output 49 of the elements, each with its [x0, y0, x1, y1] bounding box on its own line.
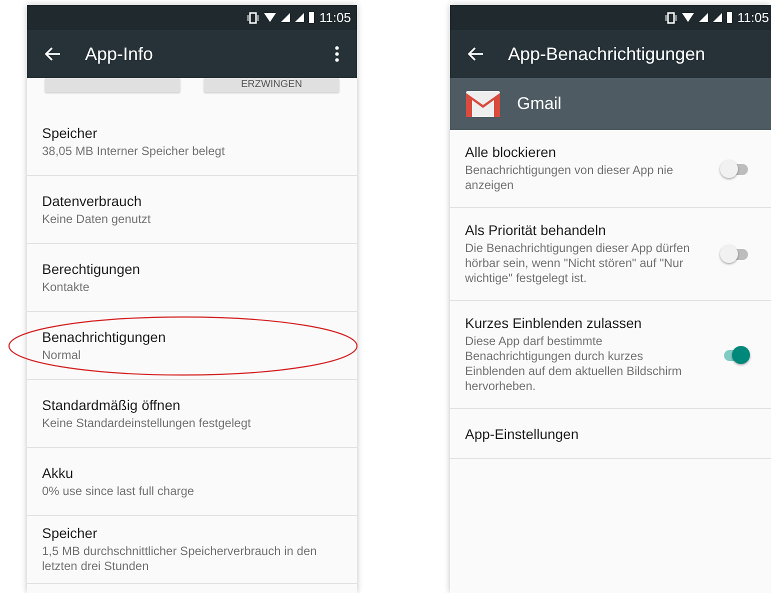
toolbar-title: App-Info: [85, 44, 154, 64]
vibrate-icon: [665, 12, 678, 24]
settings-item[interactable]: Speicher 1,5 MB durchschnittlicher Speicherverbrauch in den letzten drei Stunden: [27, 516, 357, 584]
item-subtitle: Keine Standardeinstellungen festgelegt: [42, 416, 252, 430]
envelope-icon: [466, 91, 500, 117]
app-name: Gmail: [517, 94, 562, 114]
item-title: Akku: [42, 464, 74, 480]
settings-item[interactable]: Alle blockieren Benachrichtigungen von dieser App nie anzeigen: [450, 130, 771, 208]
toolbar-title: App-Benachrichtigungen: [508, 44, 706, 64]
toggle-switch[interactable]: [720, 244, 750, 264]
settings-item[interactable]: Als Priorität behandeln Die Benachrichtigungen dieser App dürfen hörbar sein, wenn "Nicht stören" auf "Nur wichtige" festgelegt ist.: [450, 208, 771, 301]
status-time: 11:05: [737, 10, 769, 25]
item-title: Kurzes Einblenden zulassen: [465, 315, 643, 331]
item-subtitle: 0% use since last full charge: [42, 484, 196, 498]
back-arrow-icon[interactable]: [468, 47, 484, 61]
item-subtitle: 1,5 MB durchschnittlicher Speicherverbrauch in den letzten drei Stunden: [42, 544, 318, 574]
item-subtitle: Keine Daten genutzt: [42, 212, 152, 226]
toggle-switch[interactable]: [720, 158, 750, 178]
wifi-icon: [682, 13, 694, 22]
item-subtitle: Diese App darf bestimmte Benachrichtigungen durch kurzes Einblenden auf dem aktuellen Bildschirm hervorheben.: [465, 334, 683, 394]
settings-item[interactable]: App-Einstellungen: [450, 409, 771, 459]
item-subtitle: Kontakte: [42, 280, 90, 294]
battery-icon: [309, 12, 314, 23]
item-subtitle: Normal: [42, 348, 82, 362]
settings-item[interactable]: Speicher 38,05 MB Interner Speicher belegt: [27, 108, 357, 176]
item-subtitle: Die Benachrichtigungen dieser App dürfen hörbar sein, wenn "Nicht stören" auf "Nur wichtige" festgelegt ist.: [465, 241, 691, 286]
status-time: 11:05: [319, 10, 351, 25]
settings-item[interactable]: Standardmäßig öffnen Keine Standardeinstellungen festgelegt: [27, 380, 357, 448]
settings-item[interactable]: Kurzes Einblenden zulassen Diese App darf bestimmte Benachrichtigungen durch kurzes Einblenden auf dem aktuellen Bildschirm hervorheben.: [450, 301, 771, 409]
wifi-icon: [264, 13, 276, 22]
more-options-icon[interactable]: [335, 46, 339, 62]
item-title: Speicher: [42, 124, 98, 140]
item-title: Berechtigungen: [42, 260, 142, 276]
item-title: Als Priorität behandeln: [465, 222, 607, 238]
item-title: Benachrichtigungen: [42, 328, 167, 344]
battery-icon: [727, 12, 732, 23]
settings-item[interactable]: Benachrichtigungen Normal: [27, 312, 357, 380]
item-subtitle: 38,05 MB Interner Speicher belegt: [42, 144, 226, 158]
item-title: Datenverbrauch: [42, 192, 143, 208]
item-title: Alle blockieren: [465, 144, 558, 160]
item-title: Speicher: [42, 525, 98, 541]
item-title: Standardmäßig öffnen: [42, 396, 182, 412]
back-arrow-icon[interactable]: [45, 47, 61, 61]
settings-item[interactable]: Akku 0% use since last full charge: [27, 448, 357, 516]
vibrate-icon: [247, 12, 260, 24]
settings-item[interactable]: Datenverbrauch Keine Daten genutzt: [27, 176, 357, 244]
settings-item[interactable]: Berechtigungen Kontakte: [27, 244, 357, 312]
action-button[interactable]: ERZWINGEN: [204, 78, 339, 92]
item-subtitle: Benachrichtigungen von dieser App nie anzeigen: [465, 163, 674, 193]
